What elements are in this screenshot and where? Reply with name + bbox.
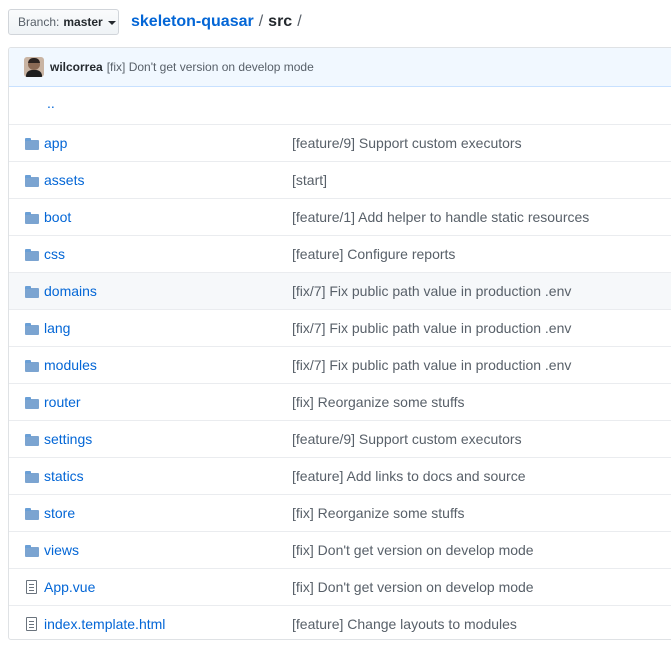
folder-icon [25, 323, 39, 335]
file-row[interactable]: assets [start] [9, 161, 671, 198]
file-commit-message-link[interactable]: [start] [292, 172, 327, 189]
commit-author-link[interactable]: wilcorrea [50, 60, 103, 74]
file-commit-message-link[interactable]: [feature] Change layouts to modules [292, 616, 517, 633]
file-commit-message-link[interactable]: [feature/1] Add helper to handle static … [292, 209, 589, 226]
file-row[interactable]: settings [feature/9] Support custom execu… [9, 420, 671, 457]
file-commit-message-link[interactable]: [feature/9] Support custom executors [292, 135, 522, 152]
file-name-link[interactable]: App.vue [44, 579, 95, 596]
file-icon [26, 617, 37, 631]
breadcrumb-current-dir: src [268, 13, 293, 30]
file-row[interactable]: lang [fix/7] Fix public path value in pro… [9, 309, 671, 346]
file-commit-message-link[interactable]: [feature] Add links to docs and source [292, 468, 525, 485]
file-name-link[interactable]: css [44, 246, 65, 263]
folder-icon [25, 138, 39, 150]
parent-directory-link[interactable]: .. [47, 95, 55, 112]
breadcrumb: skeleton-quasar / src / [131, 12, 307, 32]
file-commit-message-link[interactable]: [fix] Don't get version on develop mode [292, 579, 534, 596]
file-row[interactable]: boot [feature/1] Add helper to handle sta… [9, 198, 671, 235]
branch-label: Branch: [18, 15, 60, 29]
file-row[interactable]: router [fix] Reorganize some stuffs [9, 383, 671, 420]
folder-icon [25, 545, 39, 557]
file-name-link[interactable]: lang [44, 320, 70, 337]
file-commit-message-link[interactable]: [fix] Don't get version on develop mode [292, 542, 534, 559]
repo-header: Branch: master skeleton-quasar / src / [0, 0, 671, 46]
file-name-link[interactable]: boot [44, 209, 71, 226]
folder-icon [25, 360, 39, 372]
file-name-link[interactable]: views [44, 542, 79, 559]
file-row[interactable]: store [fix] Reorganize some stuffs [9, 494, 671, 531]
file-row[interactable]: app [feature/9] Support custom executors [9, 124, 671, 161]
file-name-link[interactable]: statics [44, 468, 84, 485]
file-name-link[interactable]: store [44, 505, 75, 522]
folder-icon [25, 397, 39, 409]
file-commit-message-link[interactable]: [fix/7] Fix public path value in product… [292, 357, 571, 374]
file-row[interactable]: statics [feature] Add links to docs and s… [9, 457, 671, 494]
file-commit-message-link[interactable]: [fix] Reorganize some stuffs [292, 394, 464, 411]
folder-icon [25, 212, 39, 224]
breadcrumb-separator: / [258, 13, 264, 30]
branch-value: master [63, 15, 103, 29]
folder-icon [25, 286, 39, 298]
parent-directory-row[interactable]: .. [9, 87, 671, 124]
breadcrumb-separator: / [297, 13, 302, 30]
file-name-link[interactable]: modules [44, 357, 97, 374]
file-name-link[interactable]: settings [44, 431, 92, 448]
file-row[interactable]: modules [fix/7] Fix public path value in … [9, 346, 671, 383]
file-name-link[interactable]: domains [44, 283, 97, 300]
file-browser: wilcorrea [fix] Don't get version on dev… [8, 47, 671, 640]
file-row[interactable]: css [feature] Configure reports [9, 235, 671, 272]
file-name-link[interactable]: app [44, 135, 67, 152]
folder-icon [25, 508, 39, 520]
file-name-link[interactable]: assets [44, 172, 84, 189]
file-name-link[interactable]: router [44, 394, 81, 411]
latest-commit-bar: wilcorrea [fix] Don't get version on dev… [9, 48, 671, 87]
caret-down-icon [107, 21, 116, 25]
avatar[interactable] [24, 57, 44, 77]
folder-icon [25, 249, 39, 261]
file-commit-message-link[interactable]: [fix/7] Fix public path value in product… [292, 320, 571, 337]
folder-icon [25, 175, 39, 187]
file-name-link[interactable]: index.template.html [44, 616, 165, 633]
file-row[interactable]: views [fix] Don't get version on develop … [9, 531, 671, 568]
breadcrumb-repo-link[interactable]: skeleton-quasar [131, 13, 254, 30]
folder-icon [25, 434, 39, 446]
file-commit-message-link[interactable]: [fix/7] Fix public path value in product… [292, 283, 571, 300]
file-row[interactable]: index.template.html [feature] Change layo… [9, 605, 671, 639]
file-commit-message-link[interactable]: [fix] Reorganize some stuffs [292, 505, 464, 522]
file-list: .. app [feature/9] Support custom executo… [9, 87, 671, 639]
file-commit-message-link[interactable]: [feature/9] Support custom executors [292, 431, 522, 448]
file-row[interactable]: domains [fix/7] Fix public path value in … [9, 272, 671, 309]
branch-select-button[interactable]: Branch: master [8, 9, 119, 35]
file-commit-message-link[interactable]: [feature] Configure reports [292, 246, 455, 263]
file-row[interactable]: App.vue [fix] Don't get version on develo… [9, 568, 671, 605]
commit-message-link[interactable]: [fix] Don't get version on develop mode [107, 60, 314, 74]
folder-icon [25, 471, 39, 483]
file-icon [26, 580, 37, 594]
